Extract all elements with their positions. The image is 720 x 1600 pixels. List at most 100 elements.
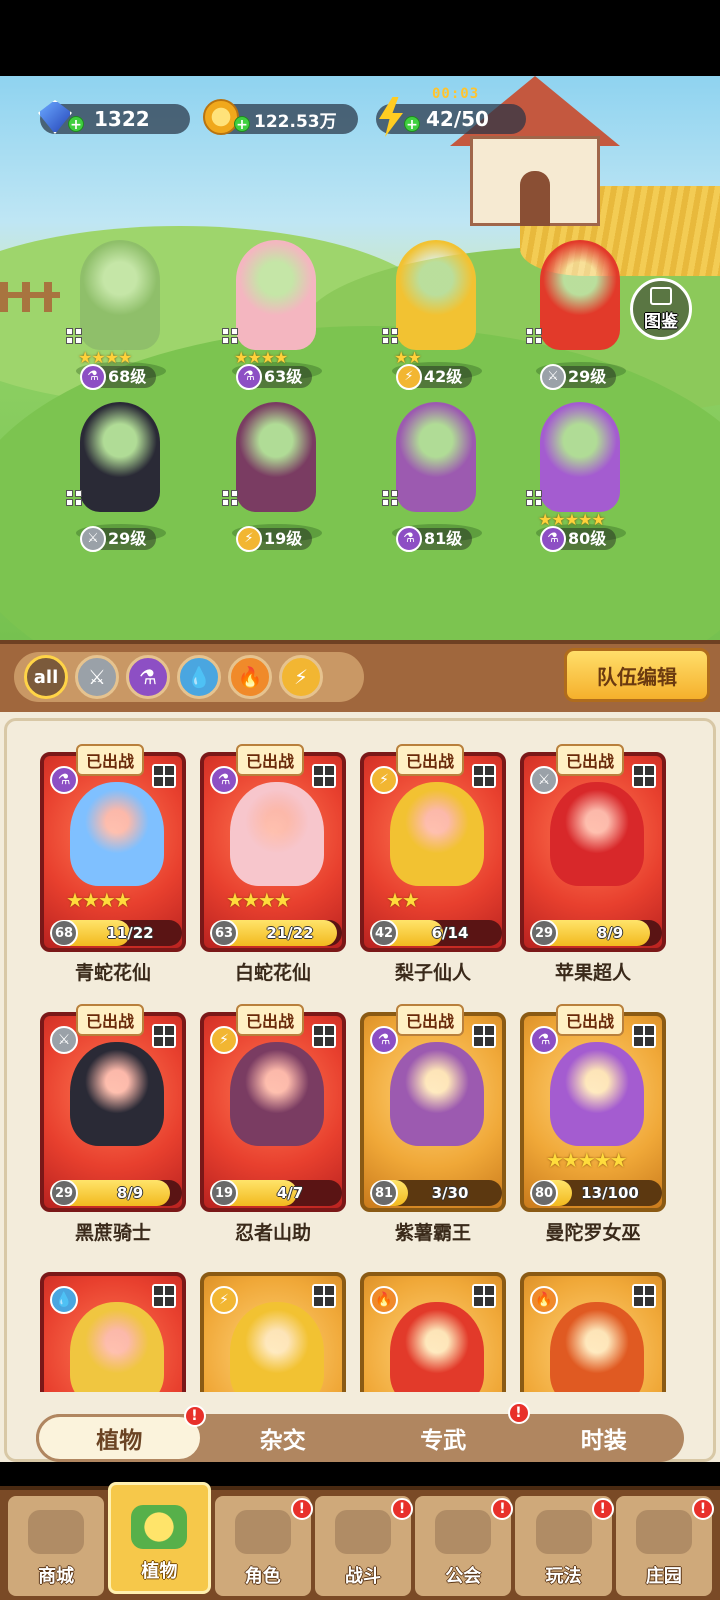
filter-potion-icon[interactable]: ⚗ — [126, 655, 170, 699]
gem-amount: 1322 — [94, 107, 150, 131]
nav-plants[interactable]: 植物 — [108, 1482, 211, 1594]
plant-card[interactable]: ⚗ 81 3/30 已出战 紫薯霸王 — [360, 1004, 506, 1244]
plant-card[interactable]: 🔥 — [360, 1272, 506, 1392]
grade-pip — [66, 499, 73, 506]
team-edit-button[interactable]: 队伍编辑 — [564, 648, 710, 702]
nav-manor[interactable]: 庄园! — [615, 1496, 714, 1596]
plant-card[interactable]: ⚗ ★★★★★ 80 13/100 已出战 曼陀罗女巫 — [520, 1004, 666, 1244]
grade-pip — [382, 499, 389, 506]
potion-icon: ⚗ — [80, 364, 106, 390]
card-name: 紫薯霸王 — [394, 1222, 471, 1244]
filter-lightning-icon[interactable]: ⚡ — [279, 655, 323, 699]
card-shard-count: 8/9 — [116, 1184, 144, 1202]
card-stars: ★★★★ — [226, 888, 292, 912]
plant-card[interactable]: ⚗ ★★★★ 63 21/22 已出战 白蛇花仙 — [200, 744, 346, 984]
plant-card[interactable]: 🔥 — [520, 1272, 666, 1392]
team-hero[interactable]: ★★★★★ ⚗ 80级 — [510, 402, 650, 552]
hero-grade-marks — [382, 328, 398, 344]
grade-pip — [391, 337, 398, 344]
hero-figure — [80, 240, 160, 350]
energy-counter[interactable]: + 42/50 — [376, 97, 526, 137]
team-hero[interactable]: ★★★★ ⚗ 68级 — [50, 240, 190, 390]
card-frame: ⚗ ★★★★ 63 21/22 — [200, 752, 346, 952]
tab-label: 专武 — [420, 1428, 467, 1454]
plant-card[interactable]: ⚗ ★★★★ 68 11/22 已出战 青蛇花仙 — [40, 744, 186, 984]
plant-card[interactable]: ⚡ ★★ 42 6/14 已出战 梨子仙人 — [360, 744, 506, 984]
plant-card[interactable]: ⚡ 19 4/7 已出战 忍者山助 — [200, 1004, 346, 1244]
plant-card[interactable]: ⚔ 29 8/9 已出战 黑蔗骑士 — [40, 1004, 186, 1244]
nav-label: 庄园 — [645, 1566, 682, 1587]
filter-fire-icon[interactable]: 🔥 — [228, 655, 272, 699]
grade-pip — [231, 337, 238, 344]
tab-weapon[interactable]: 专武! — [363, 1402, 530, 1462]
nav-label: 公会 — [445, 1566, 482, 1587]
team-hero[interactable]: ★★★★ ⚗ 63级 — [206, 240, 346, 390]
plant-card-grid: ⚗ ★★★★ 68 11/22 已出战 青蛇花仙 ⚗ ★★★★ 63 21/22 已出战 白蛇花仙 ⚡ ★… — [40, 742, 680, 1392]
tab-plants[interactable]: 植物! — [36, 1405, 206, 1462]
alert-icon: ! — [391, 1498, 414, 1520]
card-level: 29 — [530, 920, 558, 946]
team-hero[interactable]: ⚔ 29级 — [510, 240, 650, 390]
grade-pip — [222, 490, 229, 497]
card-name: 曼陀罗女巫 — [545, 1222, 641, 1244]
add-gems-icon[interactable]: + — [68, 116, 84, 133]
card-name: 白蛇花仙 — [234, 962, 311, 984]
deployed-badge: 已出战 — [396, 1004, 465, 1036]
hero-level-text: 29级 — [568, 367, 607, 386]
shop-icon — [28, 1510, 85, 1554]
hero-level-text: 68级 — [108, 367, 147, 386]
coin-counter[interactable]: + 122.53万 — [203, 99, 358, 135]
nav-characters[interactable]: 角色! — [214, 1496, 313, 1596]
grade-pip — [526, 328, 533, 335]
hero-level: ⚗ 63级 — [236, 364, 313, 390]
card-shard-count: 11/22 — [106, 924, 154, 942]
deployed-badge: 已出战 — [76, 744, 145, 776]
gem-counter[interactable]: + 1322 — [38, 100, 190, 134]
card-frame: ⚔ 29 8/9 — [40, 1012, 186, 1212]
nav-battle[interactable]: 战斗! — [314, 1496, 414, 1596]
plant-card[interactable]: ⚡ — [200, 1272, 346, 1392]
grade-pip — [535, 337, 542, 344]
card-grade-icon — [632, 764, 656, 788]
team-hero[interactable]: ⚗ 81级 — [366, 402, 506, 552]
grade-pip — [382, 328, 389, 335]
tab-fashion[interactable]: 时装 — [524, 1414, 685, 1462]
team-hero[interactable]: ⚔ 29级 — [50, 402, 190, 552]
filter-sword-icon[interactable]: ⚔ — [75, 655, 119, 699]
filter-all-button[interactable]: all — [24, 655, 68, 699]
card-name: 黑蔗骑士 — [74, 1222, 151, 1244]
plant-portrait — [230, 1302, 324, 1392]
card-grade-icon — [152, 764, 176, 788]
team-hero[interactable]: ⚡ 19级 — [206, 402, 346, 552]
card-grade-icon — [312, 764, 336, 788]
potion-icon: ⚗ — [530, 1026, 558, 1054]
energy-amount: 42/50 — [426, 107, 489, 131]
bolt-icon: ⚡ — [370, 766, 398, 794]
nav-label: 角色 — [244, 1566, 281, 1587]
hero-level-text: 80级 — [568, 529, 607, 548]
plant-card[interactable]: 💧 — [40, 1272, 186, 1392]
card-shard-count: 21/22 — [266, 924, 314, 942]
plant-card[interactable]: ⚔ 29 8/9 已出战 苹果超人 — [520, 744, 666, 984]
team-hero[interactable]: ★★ ⚡ 42级 — [366, 240, 506, 390]
nav-gameplay[interactable]: 玩法! — [515, 1496, 614, 1596]
tab-hybrid[interactable]: 杂交 — [203, 1414, 364, 1462]
add-coins-icon[interactable]: + — [234, 116, 250, 133]
nav-label: 植物 — [141, 1561, 178, 1582]
card-progress-bar: 80 13/100 — [530, 1180, 662, 1206]
plant-portrait — [230, 1042, 324, 1146]
add-energy-icon[interactable]: + — [404, 116, 420, 133]
deployed-badge: 已出战 — [556, 744, 625, 776]
hero-level-text: 29级 — [108, 529, 147, 548]
bottom-navigation: 商城 植物 角色! 战斗! 公会! 玩法! 庄园! — [0, 1482, 720, 1600]
nav-guild[interactable]: 公会! — [415, 1496, 514, 1596]
grade-pip — [382, 337, 389, 344]
manor-icon — [635, 1510, 692, 1554]
filter-water-icon[interactable]: 💧 — [177, 655, 221, 699]
hero-figure — [396, 402, 476, 512]
card-frame: 🔥 — [360, 1272, 506, 1392]
plant-portrait — [230, 782, 324, 886]
nav-shop[interactable]: 商城 — [8, 1496, 105, 1596]
card-grade-icon — [632, 1284, 656, 1308]
card-progress-bar: 63 21/22 — [210, 920, 342, 946]
